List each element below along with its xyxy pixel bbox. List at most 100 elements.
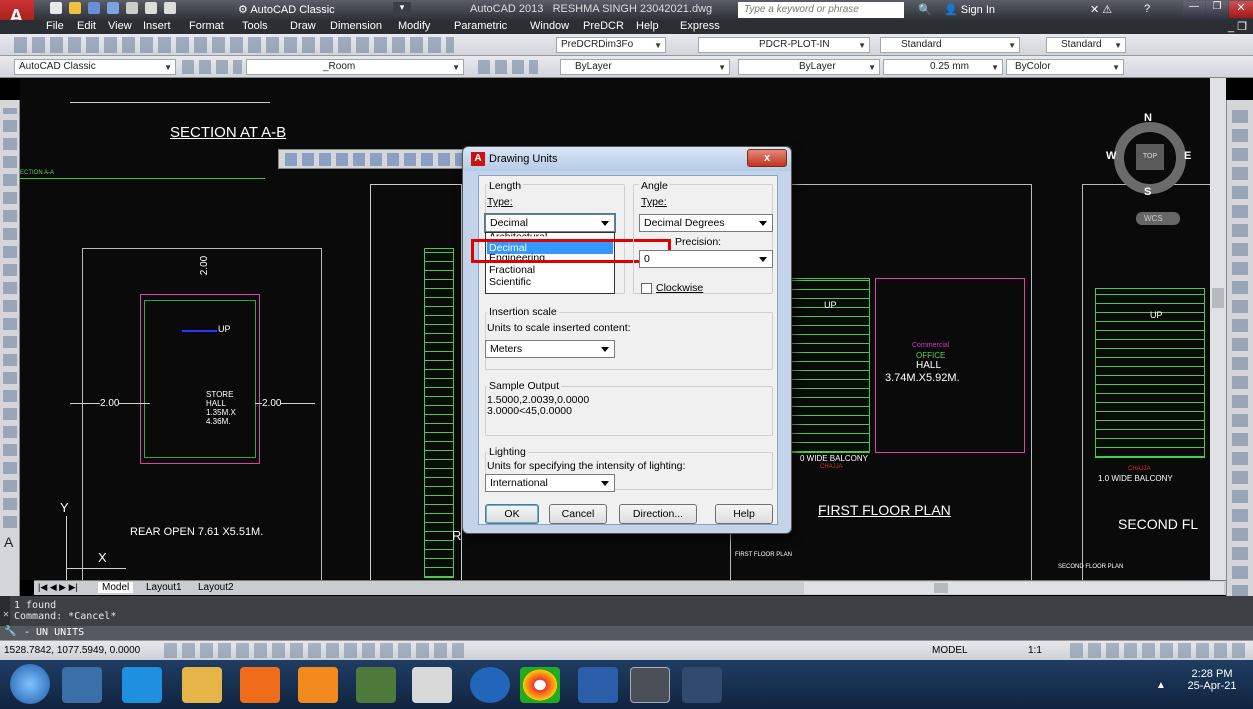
menu-express[interactable]: Express	[680, 20, 720, 32]
text-tool-icon[interactable]: A	[4, 534, 13, 550]
menu-parametric[interactable]: Parametric	[454, 20, 507, 32]
restore-button[interactable]: ❐	[1206, 1, 1228, 18]
chrome-icon[interactable]	[520, 667, 560, 703]
menu-insert[interactable]: Insert	[143, 20, 171, 32]
workspace-switcher[interactable]: ⚙ AutoCAD Classic	[238, 3, 335, 16]
dimstyle-combo[interactable]: PreDCRDim3Fo	[556, 37, 666, 53]
exchange-icon[interactable]: ✕ ⚠	[1090, 3, 1112, 16]
ok-button[interactable]: OK	[485, 504, 539, 524]
tray-expand-icon[interactable]: ▲	[1156, 680, 1166, 691]
tab-nav-arrows[interactable]: |◀ ◀ ▶ ▶|	[38, 582, 78, 593]
vlc-icon[interactable]	[298, 667, 338, 703]
wrench-icon[interactable]: 🔧	[4, 626, 16, 637]
app-icon[interactable]	[62, 667, 102, 703]
compass-e[interactable]: E	[1184, 150, 1191, 162]
command-input[interactable]: 🔧 - UN UNITS	[0, 626, 1253, 640]
acrobat-icon[interactable]	[412, 667, 452, 703]
sign-in-button[interactable]: 👤 Sign In	[944, 3, 995, 16]
media-player-icon[interactable]	[240, 667, 280, 703]
search-input[interactable]: Type a keyword or phrase	[738, 2, 904, 18]
autocad-taskbar-icon[interactable]	[630, 667, 670, 703]
menu-format[interactable]: Format	[189, 20, 224, 32]
length-type-select[interactable]: Decimal	[484, 213, 616, 233]
word-icon[interactable]	[578, 667, 618, 703]
vertical-scroll-thumb[interactable]	[1212, 288, 1224, 308]
annotation-scale[interactable]: 1:1	[1028, 645, 1042, 656]
status-tray-icons[interactable]	[1070, 643, 1245, 658]
direction-button[interactable]: Direction...	[619, 504, 697, 524]
lineweight-combo[interactable]: 0.25 mm	[883, 59, 1003, 75]
save-icon[interactable]	[88, 2, 101, 14]
color-combo[interactable]: ByLayer	[560, 59, 730, 75]
compass-s[interactable]: S	[1144, 186, 1151, 198]
clockwise-checkbox[interactable]	[641, 283, 652, 294]
quick-access-toolbar[interactable]	[50, 2, 210, 18]
horizontal-scrollbar[interactable]	[804, 582, 1224, 594]
open-icon[interactable]	[69, 2, 82, 14]
network-icon[interactable]	[356, 667, 396, 703]
workspace-combo[interactable]: AutoCAD Classic	[14, 59, 176, 75]
menu-dimension[interactable]: Dimension	[330, 20, 382, 32]
standard-toolbar-icons[interactable]	[14, 37, 454, 53]
clock[interactable]: 2:28 PM 25-Apr-21	[1182, 668, 1242, 692]
help-icon[interactable]: ?	[1144, 3, 1150, 15]
menu-file[interactable]: File	[46, 20, 64, 32]
save-as-icon[interactable]	[107, 2, 120, 14]
coordinates-readout[interactable]: 1528.7842, 1077.5949, 0.0000	[4, 645, 140, 656]
plotstyle-toolbar-combo[interactable]: ByColor	[1006, 59, 1124, 75]
lighting-units-select[interactable]: International	[485, 474, 615, 492]
redo-icon[interactable]	[164, 2, 177, 14]
minimize-button[interactable]: —	[1183, 1, 1205, 18]
menu-window[interactable]: Window	[530, 20, 569, 32]
viewcube[interactable]: TOP N S W E	[1102, 110, 1198, 206]
misc-app-icon[interactable]	[682, 667, 722, 703]
horizontal-scroll-thumb[interactable]	[934, 583, 948, 593]
layer-state-icons[interactable]	[478, 60, 538, 74]
menu-edit[interactable]: Edit	[77, 20, 96, 32]
menu-tools[interactable]: Tools	[242, 20, 268, 32]
vertical-scrollbar[interactable]	[1210, 78, 1226, 580]
tablestyle-combo[interactable]: Standard	[1046, 37, 1126, 53]
layer-tools-icons[interactable]	[182, 60, 242, 74]
drafting-toggles[interactable]	[164, 643, 464, 658]
compass-n[interactable]: N	[1144, 112, 1152, 124]
compass-w[interactable]: W	[1106, 150, 1116, 162]
plot-icon[interactable]	[126, 2, 139, 14]
draw-tools-icons[interactable]	[3, 108, 17, 528]
layer-combo[interactable]: _Room	[246, 59, 464, 75]
linetype-combo[interactable]: ByLayer	[738, 59, 880, 75]
help-support-icon[interactable]	[470, 667, 510, 703]
customize-dropdown[interactable]: ▾	[393, 2, 411, 16]
model-space-button[interactable]: MODEL	[932, 645, 968, 656]
cancel-button[interactable]: Cancel	[549, 504, 607, 524]
dialog-close-button[interactable]: x	[747, 149, 787, 167]
command-close-icon[interactable]: ✕	[3, 609, 9, 620]
menu-draw[interactable]: Draw	[290, 20, 316, 32]
textstyle-combo[interactable]: Standard	[880, 37, 1020, 53]
close-button[interactable]: ✕	[1229, 1, 1253, 18]
new-icon[interactable]	[50, 2, 62, 14]
insertion-units-select[interactable]: Meters	[485, 340, 615, 358]
help-button[interactable]: Help	[715, 504, 773, 524]
modify-tools-icons[interactable]	[1232, 108, 1248, 598]
menu-predcr[interactable]: PreDCR	[583, 20, 624, 32]
undo-icon[interactable]	[145, 2, 158, 14]
angle-type-select[interactable]: Decimal Degrees	[639, 214, 773, 232]
viewcube-top-face[interactable]: TOP	[1136, 144, 1164, 170]
wcs-menu[interactable]: WCS	[1136, 212, 1180, 225]
menu-help[interactable]: Help	[636, 20, 659, 32]
tab-layout2[interactable]: Layout2	[194, 582, 238, 593]
menu-view[interactable]: View	[108, 20, 132, 32]
dialog-title-bar[interactable]: A Drawing Units x	[463, 147, 791, 171]
option-fractional[interactable]: Fractional	[489, 264, 535, 276]
start-button[interactable]	[10, 664, 50, 704]
floating-toolbar-icons[interactable]	[285, 153, 475, 166]
tab-layout1[interactable]: Layout1	[142, 582, 186, 593]
binoculars-icon[interactable]: 🔍	[918, 3, 932, 16]
internet-explorer-icon[interactable]	[122, 667, 162, 703]
option-scientific[interactable]: Scientific	[489, 276, 531, 288]
plotstyle-combo[interactable]: PDCR-PLOT-IN	[698, 37, 870, 53]
angle-precision-select[interactable]: 0	[639, 250, 773, 268]
tab-model[interactable]: Model	[98, 582, 134, 593]
menu-modify[interactable]: Modify	[398, 20, 430, 32]
